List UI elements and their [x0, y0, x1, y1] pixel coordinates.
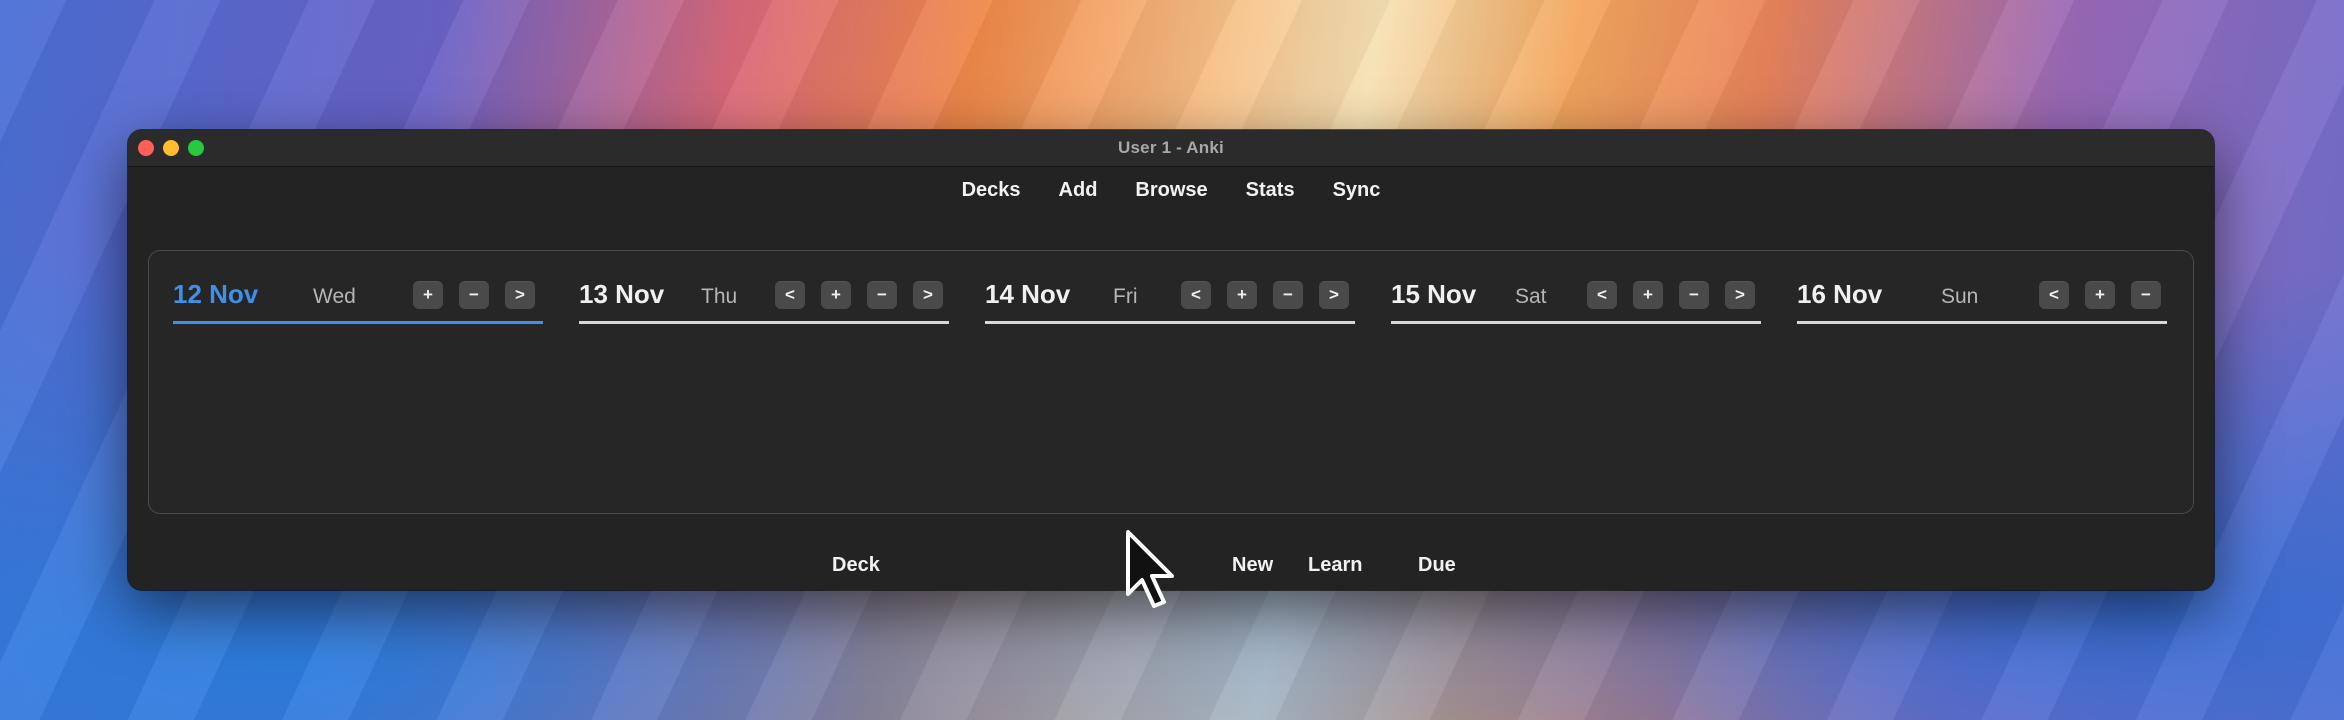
decrease-button[interactable]: − [1679, 281, 1709, 309]
day-controls: + − > [413, 281, 535, 309]
toolbar-sync-button[interactable]: Sync [1333, 179, 1381, 217]
toolbar-stats-button[interactable]: Stats [1246, 179, 1295, 217]
arrow-cursor-icon [1126, 530, 1174, 608]
day-controls: < + − > [1181, 281, 1349, 309]
toolbar-add-button[interactable]: Add [1059, 179, 1098, 217]
main-toolbar: Decks Add Browse Stats Sync [128, 167, 2214, 217]
day-date: 13 Nov [579, 279, 665, 309]
day-weekday: Sat [1515, 285, 1547, 308]
increase-button[interactable]: + [1227, 281, 1257, 309]
increase-button[interactable]: + [413, 281, 443, 309]
toolbar-browse-button[interactable]: Browse [1135, 179, 1207, 217]
day-weekday: Wed [313, 285, 356, 308]
learn-column-header[interactable]: Learn [1308, 554, 1362, 577]
day-date: 15 Nov [1391, 279, 1477, 309]
previous-button[interactable]: < [775, 281, 805, 309]
day-column-2[interactable]: 13 Nov Thu < + − > [579, 279, 949, 324]
maximize-icon[interactable] [188, 140, 204, 156]
increase-button[interactable]: + [2085, 281, 2115, 309]
new-column-header[interactable]: New [1232, 554, 1273, 577]
desktop-background: User 1 - Anki Decks Add Browse Stats Syn… [0, 0, 2344, 720]
minimize-icon[interactable] [163, 140, 179, 156]
title-bar[interactable]: User 1 - Anki [128, 130, 2214, 167]
close-icon[interactable] [138, 140, 154, 156]
decrease-button[interactable]: − [459, 281, 489, 309]
next-button[interactable]: > [1319, 281, 1349, 309]
increase-button[interactable]: + [1633, 281, 1663, 309]
day-controls: < + − > [775, 281, 943, 309]
day-weekday: Fri [1113, 285, 1138, 308]
next-button[interactable]: > [913, 281, 943, 309]
decrease-button[interactable]: − [1273, 281, 1303, 309]
previous-button[interactable]: < [2039, 281, 2069, 309]
window-controls [138, 140, 204, 156]
day-weekday: Thu [701, 285, 738, 308]
decrease-button[interactable]: − [2131, 281, 2161, 309]
day-column-3[interactable]: 14 Nov Fri < + − > [985, 279, 1355, 324]
previous-button[interactable]: < [1181, 281, 1211, 309]
day-controls: < + − [2039, 281, 2161, 309]
due-column-header[interactable]: Due [1418, 554, 1456, 577]
day-date: 12 Nov [173, 279, 259, 309]
previous-button[interactable]: < [1587, 281, 1617, 309]
anki-window: User 1 - Anki Decks Add Browse Stats Syn… [128, 130, 2214, 590]
decrease-button[interactable]: − [867, 281, 897, 309]
window-title: User 1 - Anki [1118, 138, 1224, 157]
day-controls: < + − > [1587, 281, 1755, 309]
next-button[interactable]: > [1725, 281, 1755, 309]
day-column-5[interactable]: 16 Nov Sun < + − [1797, 279, 2167, 324]
day-calendar-panel: 12 Nov Wed + − > 13 Nov Thu < + − > 14 N… [148, 250, 2194, 514]
deck-column-header[interactable]: Deck [832, 554, 880, 577]
toolbar-decks-button[interactable]: Decks [962, 179, 1021, 217]
day-weekday: Sun [1941, 285, 1979, 308]
day-column-4[interactable]: 15 Nov Sat < + − > [1391, 279, 1761, 324]
day-column-1[interactable]: 12 Nov Wed + − > [173, 279, 543, 324]
day-date: 14 Nov [985, 279, 1071, 309]
day-date: 16 Nov [1797, 279, 1883, 309]
increase-button[interactable]: + [821, 281, 851, 309]
next-button[interactable]: > [505, 281, 535, 309]
